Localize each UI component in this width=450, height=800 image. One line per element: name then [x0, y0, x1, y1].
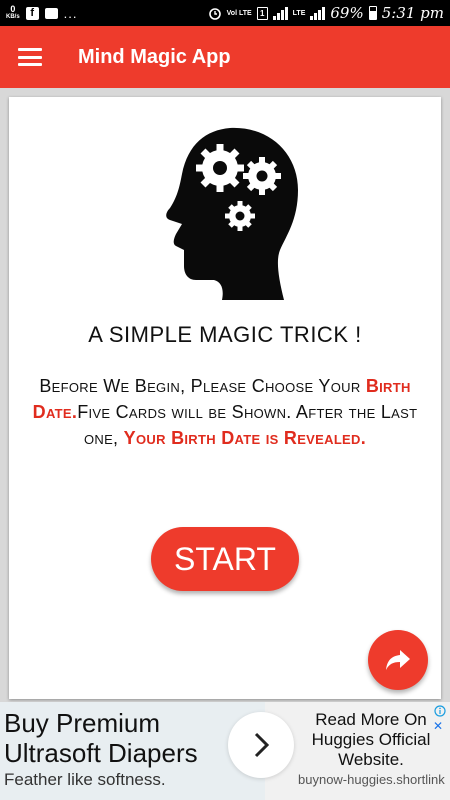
trick-title: A SIMPLE MAGIC TRICK ! — [88, 322, 362, 347]
instructions-part-1: Before We Begin, Please Choose Your — [39, 376, 366, 396]
ad-arrow-button[interactable] — [228, 712, 294, 778]
app-bar: Mind Magic App — [0, 26, 450, 88]
facebook-icon: f — [25, 6, 39, 20]
share-arrow-icon — [386, 650, 410, 670]
network-speed: 0 KB/s — [6, 5, 20, 21]
alarm-icon — [208, 8, 221, 20]
start-button[interactable]: START — [151, 527, 299, 591]
clock: 5:31 pm — [381, 4, 444, 22]
sim-icon: 1 — [256, 6, 268, 20]
signal-bars-2-icon — [310, 6, 326, 20]
network-speed-value: 0 — [10, 4, 16, 14]
status-right: Vol LTE 1 LTE 69% 5:31 pm — [208, 4, 444, 22]
share-button[interactable] — [368, 630, 428, 690]
message-icon — [44, 7, 58, 19]
main-card: A SIMPLE MAGIC TRICK ! Before We Begin, … — [9, 97, 441, 699]
network-speed-unit: KB/s — [6, 14, 20, 20]
signal-bars-icon — [272, 6, 288, 20]
ad-cta-text[interactable]: Read More On Huggies Official Website. — [296, 710, 446, 770]
ad-headline[interactable]: Buy Premium Ultrasoft Diapers — [4, 708, 254, 768]
lte-indicator: LTE — [292, 9, 306, 17]
menu-button[interactable] — [0, 26, 60, 88]
battery-percent: 69% — [330, 4, 364, 22]
status-left: 0 KB/s f ... — [6, 5, 78, 21]
battery-icon — [368, 6, 377, 20]
ad-subtext: Feather like softness. — [4, 770, 166, 789]
ad-close-icon[interactable]: ✕ — [433, 719, 443, 733]
hamburger-menu-icon — [18, 48, 42, 66]
app-title: Mind Magic App — [78, 45, 231, 68]
volte-indicator: Vol LTE — [226, 9, 252, 17]
instructions-text: Before We Begin, Please Choose Your Birt… — [21, 373, 429, 451]
head-with-gears-icon — [166, 127, 298, 300]
more-notifications-icon: ... — [63, 5, 78, 21]
chevron-right-icon — [254, 732, 270, 758]
ad-info-icon[interactable] — [433, 704, 447, 718]
ad-url: buynow-huggies.shortlink — [298, 772, 445, 787]
revealed-highlight: Your Birth Date is Revealed. — [123, 428, 367, 448]
status-bar: 0 KB/s f ... Vol LTE 1 LTE 69% 5:31 pm — [0, 0, 450, 26]
ad-banner[interactable]: Buy Premium Ultrasoft Diapers Feather li… — [0, 702, 450, 800]
